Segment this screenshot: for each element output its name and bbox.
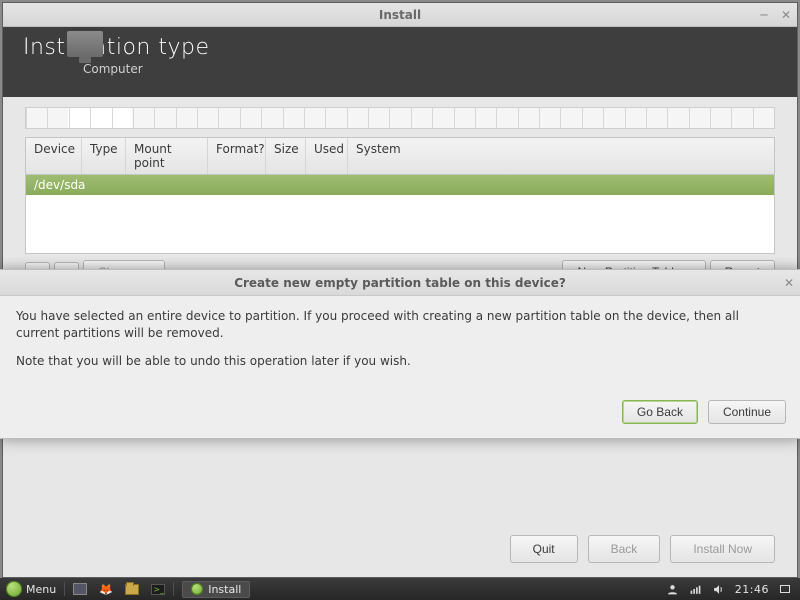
menu-button[interactable]: Menu bbox=[0, 578, 62, 600]
page-header: Installation type Computer bbox=[3, 27, 797, 97]
window-buttons: ─ ✕ bbox=[753, 5, 797, 25]
table-body: /dev/sda bbox=[26, 175, 774, 253]
page-subtitle: Computer bbox=[83, 62, 777, 76]
row-device: /dev/sda bbox=[34, 178, 85, 192]
files-launcher[interactable] bbox=[119, 578, 145, 600]
close-button[interactable]: ✕ bbox=[775, 5, 797, 25]
confirm-partition-dialog: Create new empty partition table on this… bbox=[0, 269, 800, 439]
clock[interactable]: 21:46 bbox=[735, 583, 769, 596]
dialog-titlebar[interactable]: Create new empty partition table on this… bbox=[0, 270, 800, 296]
firefox-icon: 🦊 bbox=[99, 582, 113, 596]
wizard-footer: Quit Back Install Now bbox=[510, 535, 775, 563]
col-size[interactable]: Size bbox=[266, 138, 306, 174]
terminal-launcher[interactable]: >_ bbox=[145, 578, 171, 600]
taskbar-entry-label: Install bbox=[208, 583, 241, 596]
disk-usage-bar[interactable] bbox=[25, 107, 775, 129]
dialog-footer: Go Back Continue bbox=[0, 392, 800, 438]
volume-icon[interactable] bbox=[712, 582, 726, 596]
taskbar: Menu 🦊 >_ Install 21:46 bbox=[0, 578, 800, 600]
dialog-title: Create new empty partition table on this… bbox=[234, 276, 566, 290]
install-now-button[interactable]: Install Now bbox=[670, 535, 775, 563]
user-icon[interactable] bbox=[666, 582, 680, 596]
show-desktop-icon bbox=[73, 583, 87, 595]
minimize-button[interactable]: ─ bbox=[753, 5, 775, 25]
menu-label: Menu bbox=[26, 583, 56, 596]
col-system[interactable]: System bbox=[348, 138, 774, 174]
firefox-launcher[interactable]: 🦊 bbox=[93, 578, 119, 600]
col-used[interactable]: Used bbox=[306, 138, 348, 174]
dialog-message-1: You have selected an entire device to pa… bbox=[16, 308, 784, 343]
dialog-body: You have selected an entire device to pa… bbox=[0, 296, 800, 392]
col-mount[interactable]: Mount point bbox=[126, 138, 208, 174]
quit-button[interactable]: Quit bbox=[510, 535, 578, 563]
continue-button[interactable]: Continue bbox=[708, 400, 786, 424]
dialog-message-2: Note that you will be able to undo this … bbox=[16, 353, 784, 370]
col-type[interactable]: Type bbox=[82, 138, 126, 174]
tray-overflow-icon[interactable] bbox=[778, 582, 792, 596]
go-back-button[interactable]: Go Back bbox=[622, 400, 698, 424]
app-icon bbox=[191, 583, 203, 595]
terminal-icon: >_ bbox=[151, 584, 165, 595]
partition-table: Device Type Mount point Format? Size Use… bbox=[25, 137, 775, 254]
back-button[interactable]: Back bbox=[588, 535, 661, 563]
col-format[interactable]: Format? bbox=[208, 138, 266, 174]
dialog-close-icon[interactable]: ✕ bbox=[784, 276, 794, 290]
page-title: Installation type bbox=[23, 35, 777, 60]
window-titlebar[interactable]: Install ─ ✕ bbox=[3, 3, 797, 27]
taskbar-entry-install[interactable]: Install bbox=[176, 578, 256, 600]
folder-icon bbox=[125, 584, 139, 595]
system-tray: 21:46 bbox=[658, 582, 800, 596]
table-row[interactable]: /dev/sda bbox=[26, 175, 774, 195]
computer-icon bbox=[67, 31, 103, 57]
col-device[interactable]: Device bbox=[26, 138, 82, 174]
table-header: Device Type Mount point Format? Size Use… bbox=[26, 138, 774, 175]
show-desktop-button[interactable] bbox=[67, 578, 93, 600]
mint-logo-icon bbox=[6, 581, 22, 597]
window-title: Install bbox=[379, 8, 421, 22]
network-icon[interactable] bbox=[689, 582, 703, 596]
